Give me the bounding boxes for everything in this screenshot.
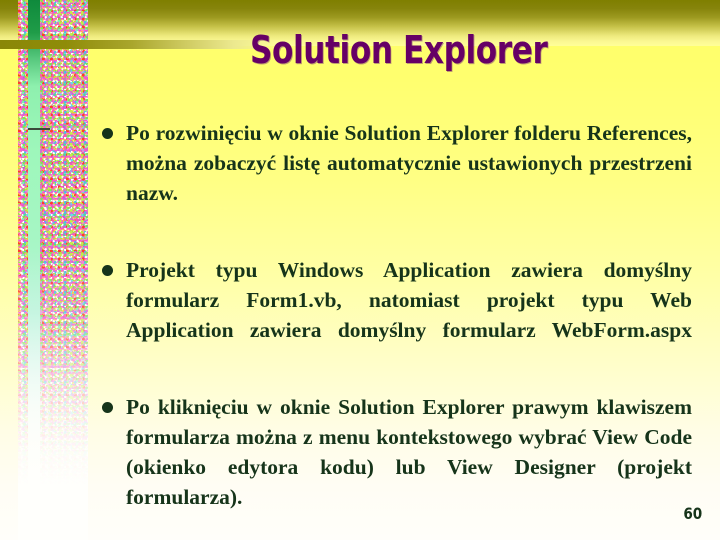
page-number: 60 (683, 504, 702, 523)
list-item-text: Po kliknięciu w oknie Solution Explorer … (126, 395, 692, 509)
list-item-text: Projekt typu Windows Application zawiera… (126, 258, 692, 342)
bullet-dot-icon (102, 402, 113, 413)
confetti-texture-band (18, 0, 88, 540)
slide-title: Solution Explorer (250, 28, 548, 72)
list-item: Po kliknięciu w oknie Solution Explorer … (100, 392, 692, 540)
bullet-dot-icon (102, 265, 113, 276)
list-item-text: Po rozwinięciu w oknie Solution Explorer… (126, 121, 692, 205)
list-item: Po rozwinięciu w oknie Solution Explorer… (100, 118, 692, 238)
presentation-slide: Solution Explorer Po rozwinięciu w oknie… (0, 0, 720, 540)
bullet-list: Po rozwinięciu w oknie Solution Explorer… (100, 118, 692, 540)
list-item: Projekt typu Windows Application zawiera… (100, 255, 692, 375)
bullet-dot-icon (102, 128, 113, 139)
confetti-fade-overlay (18, 0, 88, 540)
